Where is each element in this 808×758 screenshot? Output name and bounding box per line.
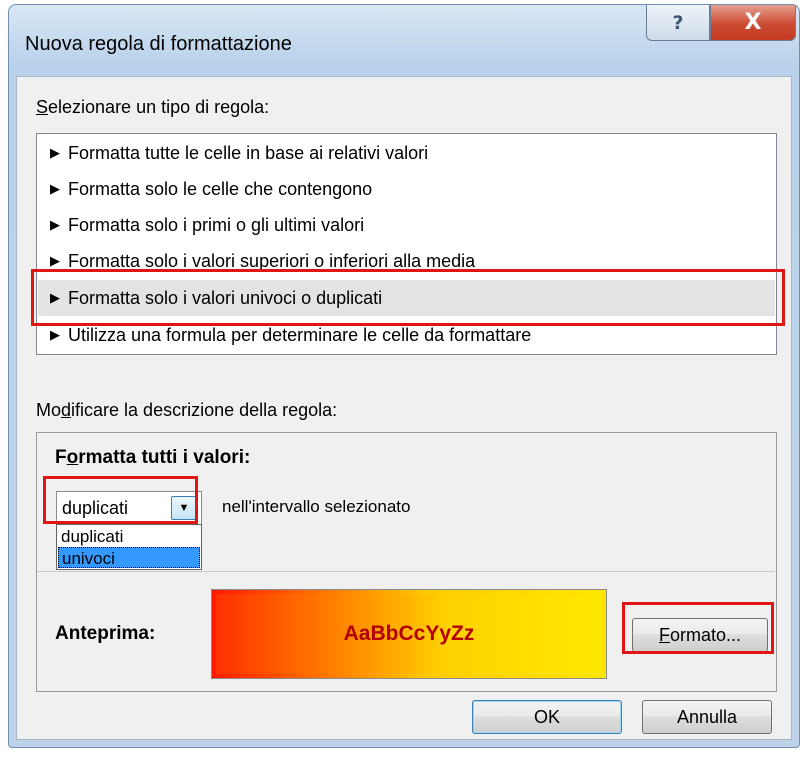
preview-label: Anteprima: (55, 623, 156, 644)
highlight-box-values-select (43, 476, 198, 524)
rule-type-item[interactable]: ▶ Formatta solo le celle che contengono (38, 172, 775, 206)
help-icon: ? (672, 11, 684, 34)
rule-type-item[interactable]: ▶ Formatta solo i primi o gli ultimi val… (38, 208, 775, 242)
triangle-right-icon: ▶ (50, 145, 60, 160)
rule-type-item-label: Formatta solo i primi o gli ultimi valor… (68, 214, 365, 235)
rule-type-item-label: Formatta solo le celle che contengono (68, 178, 373, 199)
close-icon: X (744, 10, 762, 35)
triangle-right-icon: ▶ (50, 327, 60, 342)
values-type-dropdown[interactable]: duplicati univoci (56, 524, 202, 570)
triangle-right-icon: ▶ (50, 217, 60, 232)
triangle-right-icon: ▶ (50, 181, 60, 196)
rule-type-label: Selezionare un tipo di regola: (36, 97, 270, 117)
rule-type-item-label: Formatta tutte le celle in base ai relat… (68, 142, 429, 163)
dropdown-option-univoci[interactable]: univoci (58, 547, 200, 568)
format-all-values-label: Formatta tutti i valori: (55, 447, 251, 468)
dropdown-option-duplicati[interactable]: duplicati (58, 526, 200, 547)
help-button[interactable]: ? (646, 5, 710, 41)
format-preview: AaBbCcYyZz (211, 589, 607, 679)
rule-type-item[interactable]: ▶ Formatta tutte le celle in base ai rel… (38, 136, 775, 170)
dialog-title: Nuova regola di formattazione (25, 33, 292, 55)
divider (37, 571, 775, 572)
cancel-button[interactable]: Annulla (642, 700, 772, 734)
triangle-right-icon: ▶ (50, 253, 60, 268)
rule-description-label: Modificare la descrizione della regola: (36, 400, 338, 420)
selected-range-text: nell'intervallo selezionato (222, 497, 411, 516)
highlight-box-format-button (622, 602, 774, 654)
close-button[interactable]: X (710, 5, 796, 41)
rule-type-item-label: Utilizza una formula per determinare le … (68, 324, 532, 345)
highlight-box-rule-selection (31, 269, 785, 326)
preview-sample-text: AaBbCcYyZz (343, 622, 475, 645)
ok-button[interactable]: OK (472, 700, 622, 734)
